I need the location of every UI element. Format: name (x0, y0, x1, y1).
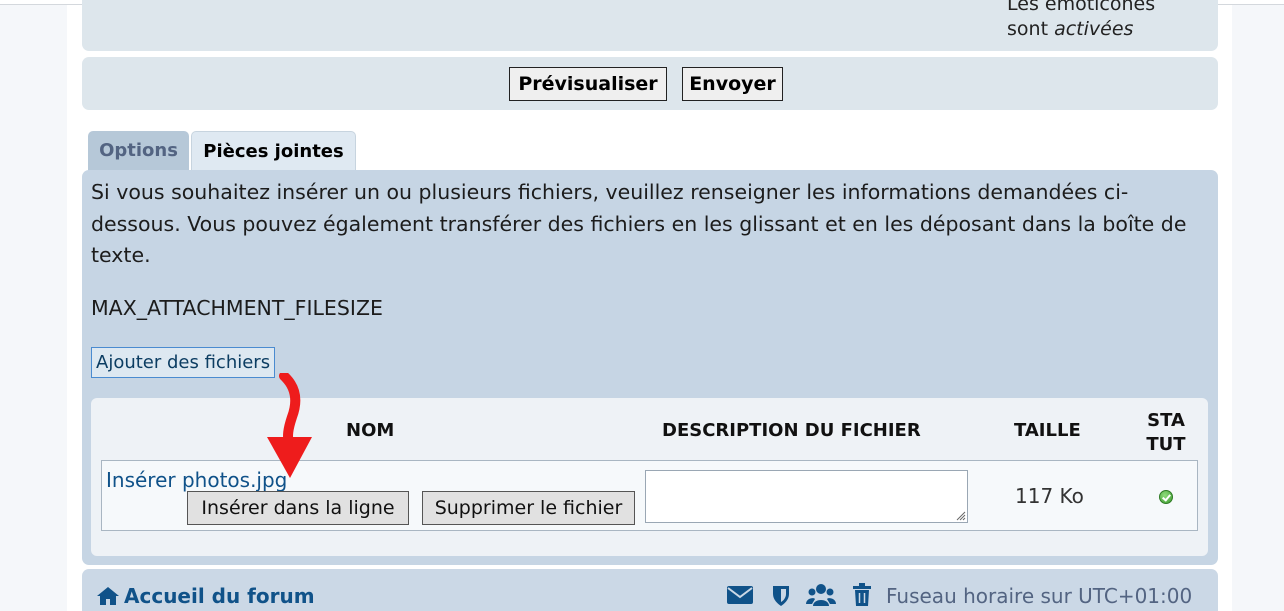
file-size: 117 Ko (1015, 484, 1084, 508)
envelope-icon[interactable] (726, 583, 754, 607)
smilies-state: activées (1054, 18, 1134, 40)
tab-attachments[interactable]: Pièces jointes (191, 131, 356, 172)
status-header-line2: TUT (1146, 434, 1186, 455)
tab-options[interactable]: Options (88, 131, 189, 171)
smilies-line2: sont activées (1007, 17, 1155, 42)
smilies-prefix: sont (1007, 18, 1055, 40)
home-icon (97, 587, 119, 605)
column-header-description: DESCRIPTION DU FICHIER (662, 420, 921, 441)
preview-button[interactable]: Prévisualiser (509, 67, 667, 101)
forum-home-link[interactable]: Accueil du forum (96, 584, 315, 608)
delete-file-button[interactable]: Supprimer le fichier (422, 491, 635, 525)
timezone-label: Fuseau horaire sur UTC+01:00 (886, 584, 1193, 608)
resize-grip-icon[interactable] (954, 509, 966, 521)
shield-icon[interactable] (771, 583, 791, 607)
file-description-field[interactable] (645, 470, 968, 523)
max-filesize-label: MAX_ATTACHMENT_FILESIZE (91, 296, 383, 320)
column-header-status: STA TUT (1140, 409, 1192, 457)
insert-inline-button[interactable]: Insérer dans la ligne (187, 491, 409, 525)
column-header-size: TAILLE (1014, 420, 1081, 441)
users-icon[interactable] (806, 583, 836, 607)
trash-icon[interactable] (852, 583, 872, 607)
attachments-intro: Si vous souhaitez insérer un ou plusieur… (91, 180, 1187, 267)
smilies-line1: Les émoticônes (1007, 0, 1156, 15)
send-button[interactable]: Envoyer (682, 67, 783, 101)
file-name-link[interactable]: Insérer photos.jpg (106, 468, 287, 492)
status-header-line1: STA (1147, 410, 1185, 431)
status-ok-icon (1159, 490, 1173, 504)
forum-home-label: Accueil du forum (124, 584, 315, 608)
column-header-name: NOM (346, 420, 395, 441)
add-files-button[interactable]: Ajouter des fichiers (91, 347, 276, 378)
smilies-status: Les émoticônes sont activées (1007, 0, 1155, 42)
red-arrow-annotation-icon (267, 373, 312, 478)
